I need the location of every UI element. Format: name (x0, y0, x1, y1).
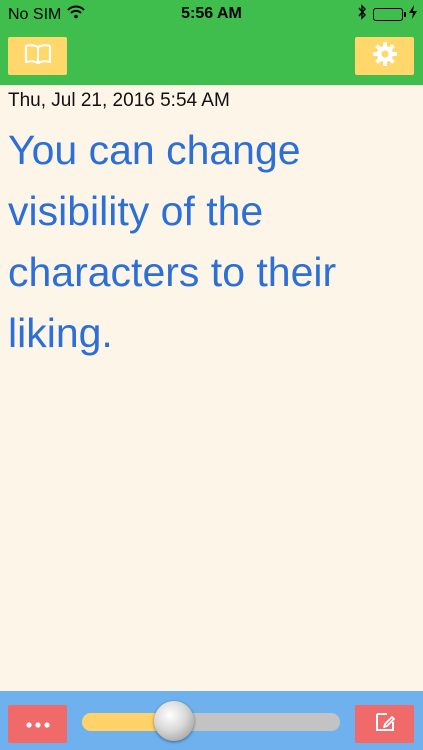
more-button[interactable] (8, 705, 67, 743)
edit-icon (373, 710, 397, 739)
charging-icon (409, 5, 417, 24)
book-button[interactable] (8, 37, 67, 75)
bottom-bar (0, 691, 423, 750)
visibility-slider-track[interactable] (82, 713, 340, 731)
gear-icon (372, 41, 398, 72)
book-icon (24, 43, 52, 70)
message-text: You can change visibility of the charact… (8, 127, 337, 356)
edit-button[interactable] (355, 705, 414, 743)
top-bar: No SIM 5:56 AM (0, 0, 423, 85)
visibility-slider-thumb[interactable] (153, 701, 194, 741)
bluetooth-icon (357, 4, 367, 25)
settings-button[interactable] (355, 37, 414, 75)
more-icon (25, 715, 50, 733)
status-bar: No SIM 5:56 AM (0, 0, 423, 30)
status-right (357, 4, 417, 25)
battery-icon (373, 8, 406, 21)
entry-date: Thu, Jul 21, 2016 5:54 AM (8, 90, 230, 111)
